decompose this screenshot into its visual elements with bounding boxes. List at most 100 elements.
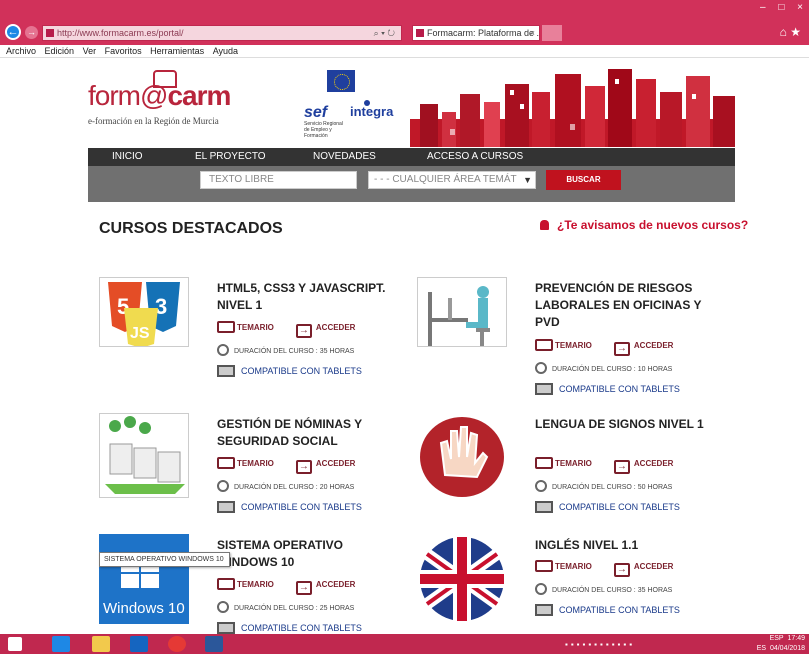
area-select-value: - - - CUALQUIER ÁREA TEMÁT xyxy=(374,174,517,185)
course-title[interactable]: SISTEMA OPERATIVO WINDOWS 10 xyxy=(217,537,392,571)
course-duration: DURACIÓN DEL CURSO : 35 HORAS xyxy=(217,344,354,356)
formacarm-logo[interactable]: form@carm e-formación en la Región de Mu… xyxy=(88,70,258,130)
stopwatch-icon xyxy=(535,480,547,492)
course-card: INGLÉS NIVEL 1.1 TEMARIO → ACCEDER DURACIÓ… xyxy=(417,534,717,634)
tablet-compat: COMPATIBLE CON TABLETS xyxy=(535,501,680,513)
menu-archivo[interactable]: Archivo xyxy=(6,46,36,56)
stopwatch-icon xyxy=(535,362,547,374)
search-button[interactable]: BUSCAR xyxy=(546,170,621,190)
acceder-link[interactable]: ACCEDER xyxy=(316,323,356,332)
course-links: TEMARIO → ACCEDER xyxy=(535,457,673,474)
notify-link[interactable]: ¿Te avisamos de nuevos cursos? xyxy=(540,218,748,232)
new-tab-button[interactable] xyxy=(542,25,562,41)
menu-edicion[interactable]: Edición xyxy=(45,46,75,56)
menu-herramientas[interactable]: Herramientas xyxy=(150,46,204,56)
favorites-star-icon[interactable]: ★ xyxy=(790,25,801,39)
windows-start-icon[interactable] xyxy=(8,637,22,651)
lang-indicator-2: ES xyxy=(756,645,767,652)
stopwatch-icon xyxy=(217,601,229,613)
close-window-button[interactable]: × xyxy=(797,2,803,13)
eu-flag-icon xyxy=(327,70,355,92)
tablet-icon xyxy=(217,501,235,513)
course-duration: DURACIÓN DEL CURSO : 25 HORAS xyxy=(217,601,354,613)
temario-link[interactable]: TEMARIO xyxy=(555,341,592,350)
enter-icon: → xyxy=(613,460,630,474)
browser-tab[interactable]: Formacarm: Plataforma de ... × xyxy=(412,25,540,41)
menu-bar: Archivo Edición Ver Favoritos Herramient… xyxy=(0,45,809,58)
book-icon xyxy=(217,457,235,469)
book-icon xyxy=(535,560,553,572)
temario-link[interactable]: TEMARIO xyxy=(237,323,274,332)
course-thumb-ingles[interactable] xyxy=(417,534,507,624)
temario-link[interactable]: TEMARIO xyxy=(555,562,592,571)
nav-novedades[interactable]: NOVEDADES xyxy=(313,148,376,166)
tablet-icon xyxy=(217,365,235,377)
tablet-compat: COMPATIBLE CON TABLETS xyxy=(535,604,680,616)
windows-taskbar: ▪▪▪▪▪▪▪▪▪▪▪▪ ESP 17:49 ES 04/04/2018 xyxy=(0,634,809,654)
chrome-icon[interactable] xyxy=(168,636,186,652)
course-title[interactable]: GESTIÓN DE NÓMINAS Y SEGURIDAD SOCIAL xyxy=(217,416,392,450)
temario-link[interactable]: TEMARIO xyxy=(237,459,274,468)
course-links: TEMARIO → ACCEDER xyxy=(217,321,355,338)
book-icon xyxy=(535,339,553,351)
menu-favoritos[interactable]: Favoritos xyxy=(105,46,142,56)
course-duration: DURACIÓN DEL CURSO : 35 HORAS xyxy=(535,583,672,595)
tablet-icon xyxy=(535,501,553,513)
stopwatch-icon xyxy=(217,480,229,492)
nav-acceso-cursos[interactable]: ACCESO A CURSOS xyxy=(427,148,523,166)
tablet-icon xyxy=(535,383,553,395)
outlook-icon[interactable] xyxy=(130,636,148,652)
forward-button[interactable]: → xyxy=(25,26,38,39)
tablet-icon xyxy=(217,622,235,634)
bell-icon xyxy=(540,220,549,230)
featured-title: CURSOS DESTACADOS xyxy=(99,220,283,237)
back-button[interactable]: ← xyxy=(5,24,21,40)
word-icon[interactable] xyxy=(205,636,223,652)
enter-icon: → xyxy=(613,342,630,356)
clock-date: 04/04/2018 xyxy=(769,645,805,652)
search-input[interactable]: TEXTO LIBRE xyxy=(200,171,357,189)
nav-el-proyecto[interactable]: EL PROYECTO xyxy=(195,148,266,166)
temario-link[interactable]: TEMARIO xyxy=(237,580,274,589)
file-explorer-icon[interactable] xyxy=(92,636,110,652)
close-tab-icon[interactable]: × xyxy=(530,26,535,40)
system-clock[interactable]: ESP 17:49 ES 04/04/2018 xyxy=(757,634,805,654)
course-thumb-prevencion[interactable] xyxy=(417,277,507,347)
menu-ayuda[interactable]: Ayuda xyxy=(213,46,238,56)
temario-link[interactable]: TEMARIO xyxy=(555,459,592,468)
course-duration: DURACIÓN DEL CURSO : 50 HORAS xyxy=(535,480,672,492)
course-thumb-html5[interactable]: 5 3 JS xyxy=(99,277,189,347)
tablet-compat: COMPATIBLE CON TABLETS xyxy=(217,622,362,634)
acceder-link[interactable]: ACCEDER xyxy=(634,341,674,350)
menu-ver[interactable]: Ver xyxy=(83,46,97,56)
minimize-button[interactable]: – xyxy=(760,2,766,13)
stopwatch-icon xyxy=(535,583,547,595)
maximize-button[interactable]: □ xyxy=(778,2,784,13)
address-url: http://www.formacarm.es/portal/ xyxy=(57,28,184,38)
enter-icon: → xyxy=(295,460,312,474)
nav-inicio[interactable]: INICIO xyxy=(112,148,143,166)
course-title[interactable]: INGLÉS NIVEL 1.1 xyxy=(535,537,710,554)
area-select[interactable]: - - - CUALQUIER ÁREA TEMÁT ▼ xyxy=(368,171,536,189)
acceder-link[interactable]: ACCEDER xyxy=(634,459,674,468)
main-nav: INICIO EL PROYECTO NOVEDADES ACCESO A CU… xyxy=(88,148,735,166)
search-refresh-icon[interactable]: ⌕ ▾ ↻ xyxy=(374,26,395,40)
address-bar[interactable]: http://www.formacarm.es/portal/ ⌕ ▾ ↻ xyxy=(42,25,402,41)
course-thumb-nominas[interactable] xyxy=(99,413,189,498)
acceder-link[interactable]: ACCEDER xyxy=(316,580,356,589)
course-links: TEMARIO → ACCEDER xyxy=(217,578,355,595)
acceder-link[interactable]: ACCEDER xyxy=(634,562,674,571)
course-title[interactable]: HTML5, CSS3 Y JAVASCRIPT. NIVEL 1 xyxy=(217,280,392,314)
course-card: 5 3 JS HTML5, CSS3 Y JAVASCRIPT. NIVEL 1… xyxy=(99,277,399,377)
course-thumb-windows[interactable]: Windows 10 xyxy=(99,534,189,624)
acceder-link[interactable]: ACCEDER xyxy=(316,459,356,468)
ie-icon[interactable] xyxy=(52,636,70,652)
tab-favicon-icon xyxy=(416,29,424,37)
course-title[interactable]: PREVENCIÓN DE RIESGOS LABORALES EN OFICI… xyxy=(535,280,710,331)
home-icon[interactable]: ⌂ xyxy=(780,25,787,39)
search-bar: TEXTO LIBRE - - - CUALQUIER ÁREA TEMÁT ▼… xyxy=(88,166,735,202)
course-title[interactable]: LENGUA DE SIGNOS NIVEL 1 xyxy=(535,416,710,433)
system-tray-icons[interactable]: ▪▪▪▪▪▪▪▪▪▪▪▪ xyxy=(565,640,735,649)
course-links: TEMARIO → ACCEDER xyxy=(217,457,355,474)
course-thumb-signos[interactable] xyxy=(417,413,507,498)
